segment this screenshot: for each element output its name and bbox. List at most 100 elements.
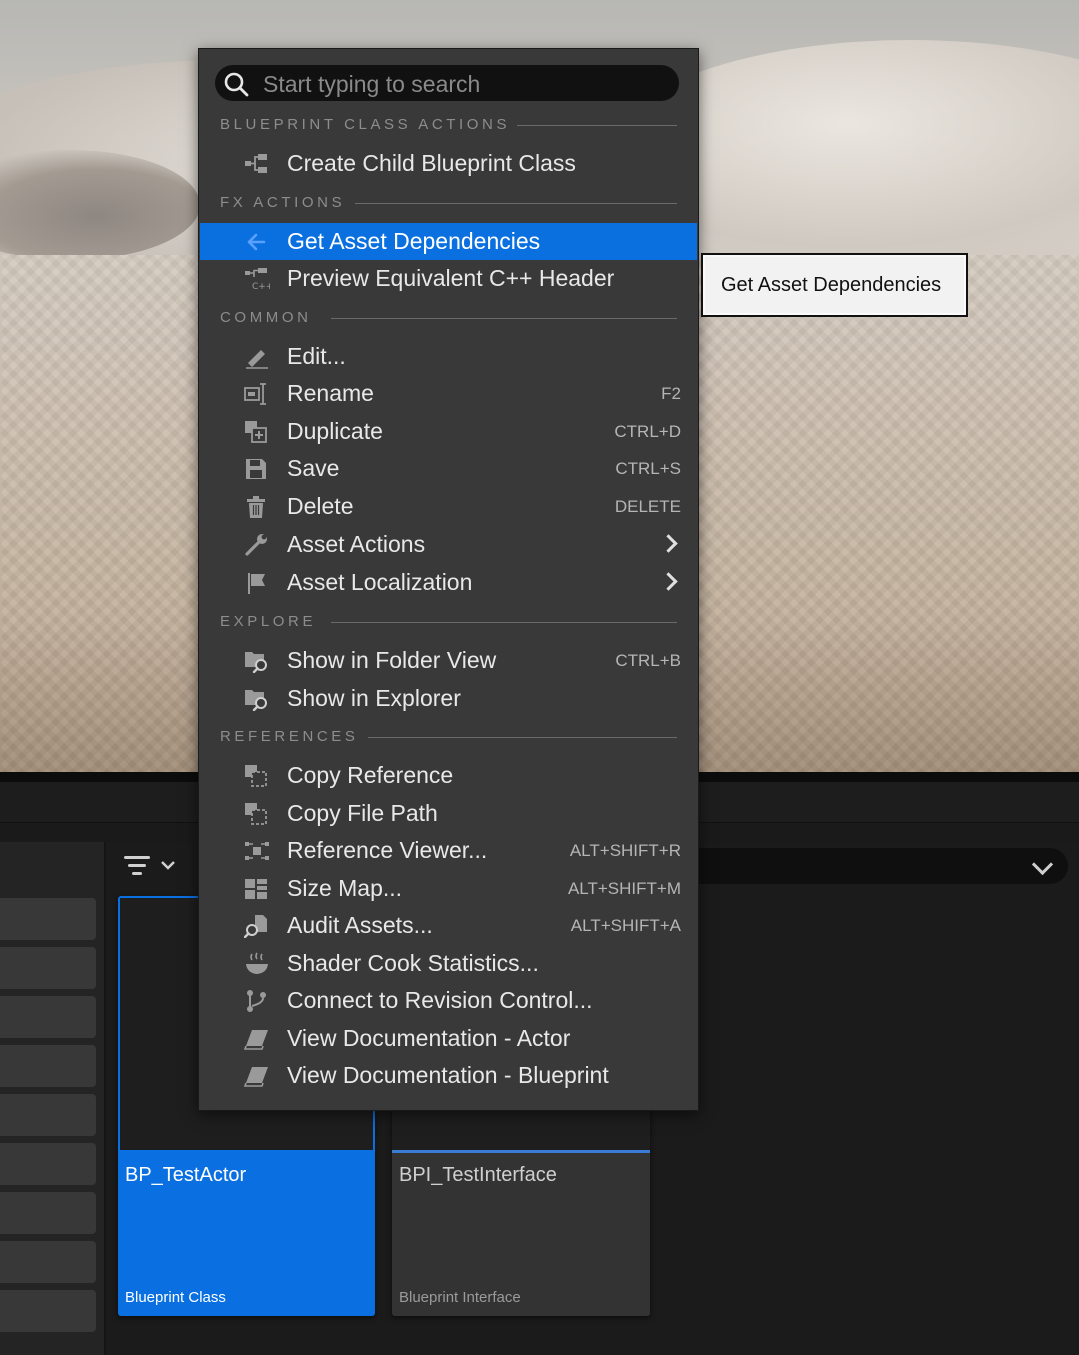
section-header-fx-actions: FX ACTIONS — [220, 194, 346, 211]
folder-search-icon — [245, 690, 267, 711]
steam-bowl-icon — [246, 952, 268, 974]
folder-row[interactable] — [0, 1045, 96, 1087]
audit-icon — [244, 915, 267, 938]
asset-name: BPI_TestInterface — [399, 1164, 557, 1186]
menu-item-label: Save — [287, 455, 340, 481]
menu-item-shortcut: ALT+SHIFT+M — [567, 879, 681, 898]
folder-row[interactable] — [0, 1143, 96, 1185]
menu-item-label: Asset Actions — [287, 531, 426, 557]
folder-row[interactable] — [0, 898, 96, 940]
menu-item-asset-localization[interactable]: Asset Localization — [200, 564, 697, 601]
menu-item-shortcut: DELETE — [614, 497, 681, 516]
asset-type: Blueprint Interface — [399, 1289, 521, 1306]
menu-item-show-in-folder-view[interactable]: Show in Folder View CTRL+B — [200, 642, 697, 679]
menu-item-label: Show in Folder View — [287, 647, 497, 673]
menu-item-copy-reference[interactable]: Copy Reference — [200, 757, 697, 794]
menu-item-connect-revision-control[interactable]: Connect to Revision Control... — [200, 982, 697, 1019]
menu-item-label: Copy Reference — [287, 762, 454, 788]
menu-item-label: View Documentation - Actor — [287, 1025, 571, 1051]
menu-item-delete[interactable]: Delete DELETE — [200, 488, 697, 525]
sources-panel — [0, 842, 106, 1355]
section-header-common: COMMON — [220, 309, 312, 326]
folder-row[interactable] — [0, 1290, 96, 1332]
search-input[interactable] — [261, 67, 665, 101]
menu-item-edit[interactable]: Edit... — [200, 338, 697, 375]
section-divider — [331, 622, 677, 623]
section-divider — [517, 125, 677, 126]
menu-item-label: Rename — [287, 380, 374, 406]
menu-item-duplicate[interactable]: Duplicate CTRL+D — [200, 413, 697, 450]
menu-item-label: Duplicate — [287, 418, 383, 444]
section-header-explore: EXPLORE — [220, 613, 317, 630]
folder-row[interactable] — [0, 1192, 96, 1234]
menu-item-label: Copy File Path — [287, 800, 438, 826]
menu-item-label: Create Child Blueprint Class — [287, 150, 576, 176]
tooltip-text: Get Asset Dependencies — [721, 274, 942, 296]
chevron-down-icon — [1031, 853, 1054, 876]
submenu-arrow-icon — [659, 534, 678, 553]
menu-item-copy-file-path[interactable]: Copy File Path — [200, 795, 697, 832]
filter-button[interactable] — [118, 850, 182, 882]
asset-name: BP_TestActor — [125, 1164, 247, 1186]
menu-item-label: Preview Equivalent C++ Header — [287, 265, 615, 291]
folder-row[interactable] — [0, 947, 96, 989]
menu-item-show-in-explorer[interactable]: Show in Explorer — [200, 680, 697, 717]
pencil-icon — [246, 350, 268, 369]
menu-item-shortcut: ALT+SHIFT+A — [570, 916, 681, 935]
menu-item-asset-actions[interactable]: Asset Actions — [200, 526, 697, 563]
menu-item-preview-cpp-header[interactable]: C++ Preview Equivalent C++ Header — [200, 260, 697, 297]
svg-text:C++: C++ — [252, 282, 270, 291]
save-icon — [246, 459, 266, 479]
menu-item-shortcut: F2 — [661, 384, 681, 403]
copy-path-icon — [245, 803, 267, 825]
menu-item-label: Size Map... — [287, 875, 403, 901]
folder-search-icon — [245, 652, 267, 673]
menu-item-size-map[interactable]: Size Map... ALT+SHIFT+M — [200, 870, 697, 907]
menu-item-shader-cook-statistics[interactable]: Shader Cook Statistics... — [200, 945, 697, 982]
folder-row[interactable] — [0, 1241, 96, 1283]
menu-item-shortcut: CTRL+S — [615, 459, 681, 478]
asset-context-menu: BLUEPRINT CLASS ACTIONS Create Child Blu… — [198, 48, 699, 1111]
trash-icon — [247, 496, 265, 518]
tooltip: Get Asset Dependencies — [701, 253, 968, 317]
wrench-icon — [245, 534, 267, 556]
menu-item-create-child-blueprint-class[interactable]: Create Child Blueprint Class — [200, 145, 697, 182]
menu-item-label: Get Asset Dependencies — [287, 228, 541, 254]
folder-row[interactable] — [0, 1094, 96, 1136]
menu-item-label: Reference Viewer... — [287, 837, 488, 863]
class-hierarchy-icon — [245, 154, 267, 173]
menu-item-shortcut: CTRL+B — [615, 651, 681, 670]
menu-item-view-documentation-blueprint[interactable]: View Documentation - Blueprint — [200, 1057, 697, 1094]
search-icon — [224, 72, 249, 97]
path-dropdown[interactable] — [640, 848, 1068, 884]
search-box[interactable] — [215, 65, 679, 101]
reference-viewer-icon — [245, 842, 269, 860]
book-icon — [244, 1030, 268, 1050]
section-divider — [355, 203, 677, 204]
flag-icon — [248, 573, 265, 594]
asset-tile-bpi-testinterface[interactable]: BPI_TestInterface Blueprint Interface — [392, 1100, 650, 1316]
asset-type: Blueprint Class — [125, 1289, 226, 1306]
menu-item-view-documentation-actor[interactable]: View Documentation - Actor — [200, 1020, 697, 1057]
menu-item-label: Delete — [287, 493, 354, 519]
menu-item-label: Show in Explorer — [287, 685, 461, 711]
book-icon — [244, 1067, 268, 1087]
menu-item-label: Asset Localization — [287, 569, 473, 595]
section-divider — [331, 318, 677, 319]
menu-item-get-asset-dependencies[interactable]: Get Asset Dependencies — [200, 223, 697, 260]
menu-item-shortcut: ALT+SHIFT+R — [569, 841, 681, 860]
menu-item-label: Shader Cook Statistics... — [287, 950, 539, 976]
size-map-icon — [245, 879, 267, 899]
menu-item-save[interactable]: Save CTRL+S — [200, 450, 697, 487]
menu-item-rename[interactable]: Rename F2 — [200, 375, 697, 412]
section-divider — [368, 737, 677, 738]
menu-item-reference-viewer[interactable]: Reference Viewer... ALT+SHIFT+R — [200, 832, 697, 869]
rename-icon — [244, 383, 266, 405]
section-header-references: REFERENCES — [220, 728, 359, 745]
submenu-arrow-icon — [659, 572, 678, 591]
menu-item-audit-assets[interactable]: Audit Assets... ALT+SHIFT+A — [200, 907, 697, 944]
branch-icon — [247, 990, 266, 1012]
folder-row[interactable] — [0, 996, 96, 1038]
duplicate-icon — [245, 421, 267, 443]
menu-item-label: Edit... — [287, 343, 346, 369]
